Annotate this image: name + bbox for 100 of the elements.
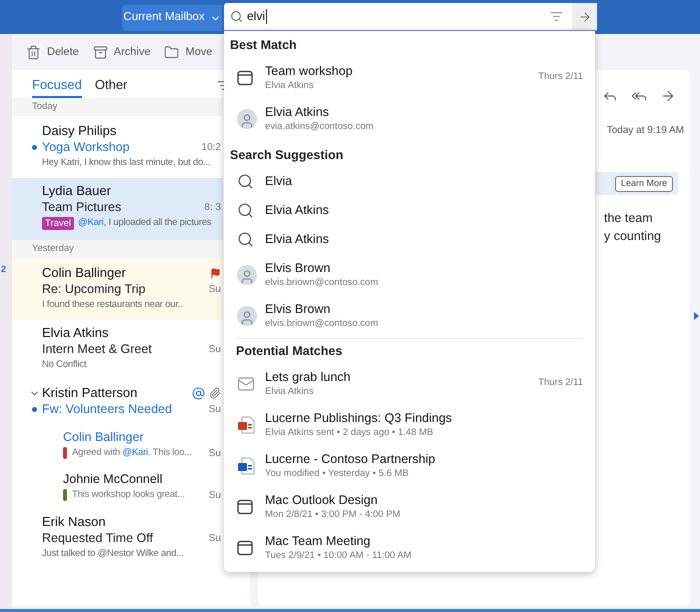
sender-name: Daisy Philips <box>42 122 116 140</box>
result-subtitle: Elvia Atkins <box>265 78 315 92</box>
mailbox-scope-button[interactable]: Current Mailbox <box>122 5 222 31</box>
message-subject: Team Pictures <box>42 198 122 216</box>
trash-icon <box>26 44 41 60</box>
result-subtitle: elvis.briown@contoso.com <box>265 316 380 330</box>
search-icon <box>237 202 254 219</box>
message-time: Su <box>208 342 221 356</box>
sender-name: Colin Ballinger <box>63 428 144 446</box>
forward-icon[interactable] <box>660 88 676 104</box>
result-subtitle: Tues 2/9/21 • 10:00 AM - 11:00 AM <box>265 548 412 562</box>
result-title: Elvia <box>265 174 294 189</box>
message-preview: No Conflict <box>42 358 86 372</box>
search-icon <box>237 231 254 248</box>
result-date: Thurs 2/11 <box>538 376 583 390</box>
search-field[interactable]: elvi <box>224 3 597 31</box>
message-preview: Hey Katri, I know this last minute, but do... <box>42 156 210 170</box>
learn-more-button[interactable]: Learn More <box>614 176 673 192</box>
result-subtitle: You modified • Yesterday • 5.6 MB <box>265 466 410 480</box>
avatar-icon <box>237 108 257 128</box>
message-preview: I found these restaurants near our.. <box>42 298 183 312</box>
sender-name: Johnie McConnell <box>63 470 162 488</box>
result-subtitle: Elvia Atkins <box>265 384 315 398</box>
result-title: Elvia Atkins <box>265 203 330 218</box>
section-heading: Potential Matches <box>235 342 344 360</box>
avatar-icon <box>237 264 257 284</box>
sender-name: Kristin Patterson <box>42 384 138 402</box>
document-file-icon <box>237 456 255 474</box>
message-time: Su <box>208 282 221 296</box>
result-title: Mac Team Meeting <box>265 534 372 548</box>
search-result-item[interactable]: Lets grab lunch Elvia Atkins Thurs 2/11 <box>224 363 595 404</box>
search-result-item[interactable]: Elvis Brown elvis.briown@contoso.com <box>224 295 595 336</box>
section-heading: Best Match <box>229 36 298 54</box>
folder-icon <box>164 44 180 60</box>
calendar-icon <box>237 540 253 556</box>
sender-name: Erik Nason <box>42 513 106 532</box>
result-subtitle: evia.atkins@contoso.com <box>265 120 374 132</box>
group-header: Today <box>12 98 223 116</box>
message-body-line: the team <box>604 210 654 227</box>
message-preview: Agreed with @Kari. This loo... <box>72 446 192 460</box>
calendar-icon <box>237 498 253 514</box>
message-item[interactable]: Colin Ballinger Re: Upcoming Trip Su I found these restaurants near our.. <box>12 258 223 320</box>
message-subject: Requested Time Off <box>42 530 153 547</box>
search-result-item[interactable]: Mac Team Meeting Tues 2/9/21 • 10:00 AM - 11:00 AM <box>224 527 595 568</box>
message-item[interactable]: Lydia Bauer Team Pictures 8: 3 Travel @Kari, I uploaded all the pictures <box>12 178 223 240</box>
message-body-line: y counting <box>604 228 662 245</box>
section-heading: Search Suggestion <box>229 146 344 164</box>
search-result-item[interactable]: Elvia Atkins <box>224 225 595 254</box>
category-tag: Travel <box>42 216 74 230</box>
search-result-item[interactable]: Lucerne Publishings: Q3 Findings Elvia Atkins sent • 2 days ago • 1.48 MB <box>224 404 595 445</box>
toolbar-button[interactable]: Move <box>164 44 212 60</box>
flag-icon[interactable] <box>210 268 221 278</box>
message-timestamp: Today at 9:19 AM <box>606 124 684 138</box>
unread-count: 2 <box>1 264 6 274</box>
mail-tab[interactable]: Other <box>94 73 128 98</box>
group-header: Yesterday <box>12 240 223 258</box>
result-title: Lucerne - Contoso Partnership <box>265 452 436 466</box>
result-title: Elvia Atkins <box>265 104 330 120</box>
sender-name: Lydia Bauer <box>42 182 111 200</box>
search-icon <box>230 10 243 23</box>
message-time: Su <box>208 446 221 460</box>
filter-icon[interactable] <box>550 10 563 23</box>
result-title: Mac Outlook Design <box>265 492 379 508</box>
search-icon <box>237 173 254 190</box>
message-time: Su <box>208 488 221 502</box>
search-result-item[interactable]: Lucerne - Contoso Partnership You modified • Yesterday • 5.6 MB <box>224 445 595 486</box>
search-result-item[interactable]: Elvia Atkins evia.atkins@contoso.com <box>224 98 595 139</box>
toolbar-button[interactable]: Delete <box>26 44 79 60</box>
triangle-icon <box>694 312 699 320</box>
avatar-icon <box>237 306 257 326</box>
search-result-item[interactable]: Mac Outlook Design Mon 2/8/21 • 3:00 PM - 4:00 PM <box>224 486 595 527</box>
archive-icon <box>92 44 108 60</box>
result-title: Team workshop <box>265 64 354 78</box>
envelope-icon <box>237 374 255 392</box>
sender-name: Elvia Atkins <box>42 324 108 342</box>
result-subtitle: elvis.briown@contoso.com <box>265 276 380 288</box>
result-title: Elvis Brown <box>265 302 332 316</box>
message-time: 10:2 <box>202 140 221 154</box>
result-subtitle: Elvia Atkins sent • 2 days ago • 1.48 MB <box>265 426 434 438</box>
search-result-item[interactable]: Team workshop Elvia Atkins Thurs 2/11 <box>224 57 595 98</box>
toolbar-button[interactable]: Archive <box>92 44 150 60</box>
calendar-icon <box>237 70 253 86</box>
message-time: Su <box>208 402 221 416</box>
result-subtitle: Mon 2/8/21 • 3:00 PM - 4:00 PM <box>265 508 402 520</box>
search-result-item[interactable]: Elvis Brown elvis.briown@contoso.com <box>224 254 595 295</box>
message-preview: Just talked to @Nestor Wilke and... <box>42 546 184 561</box>
message-time: Su <box>208 532 221 546</box>
message-time: 8: 3 <box>204 200 221 214</box>
go-button[interactable] <box>572 3 597 30</box>
arrow-right-icon <box>578 10 592 24</box>
result-title: Lucerne Publishings: Q3 Findings <box>265 410 453 426</box>
message-subject: Fw: Volunteers Needed <box>42 400 172 418</box>
result-date: Thurs 2/11 <box>538 70 583 84</box>
result-title: Elvia Atkins <box>265 232 330 247</box>
result-title: Elvis Brown <box>265 260 332 276</box>
result-title: Lets grab lunch <box>265 370 352 384</box>
search-result-item[interactable]: Elvia Atkins <box>224 196 595 225</box>
message-subject: Re: Upcoming Trip <box>42 280 146 298</box>
sender-name: Colin Ballinger <box>42 264 126 282</box>
search-result-item[interactable]: Elvia <box>224 167 595 196</box>
